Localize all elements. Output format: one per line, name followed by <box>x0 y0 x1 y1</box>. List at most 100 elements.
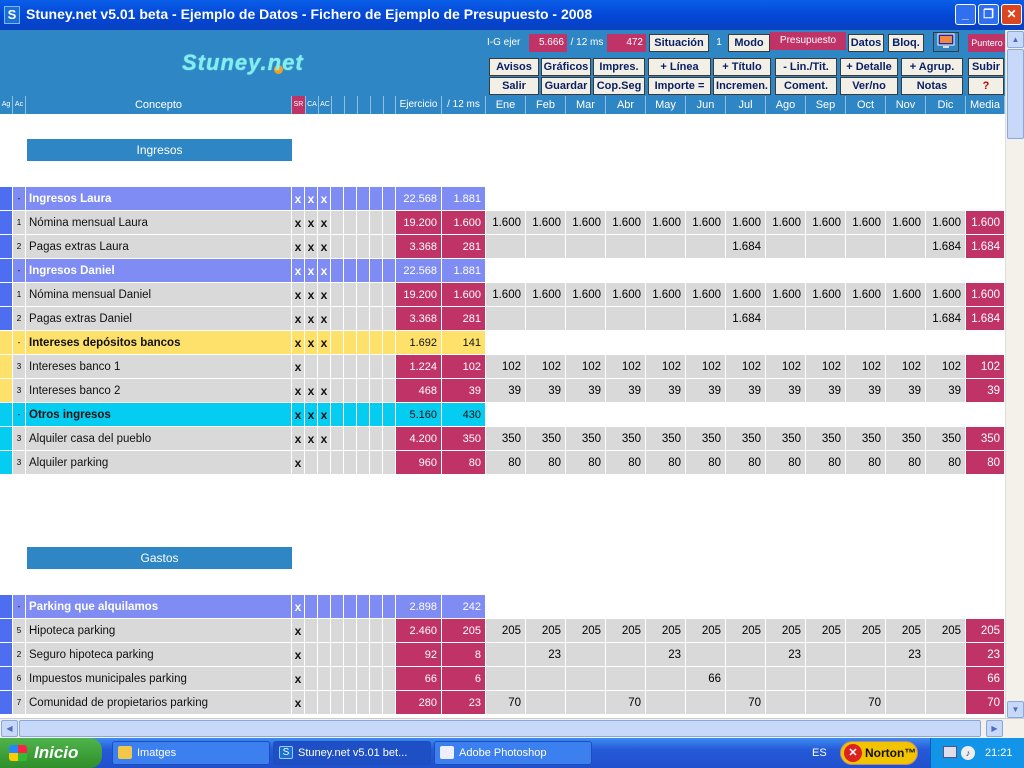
row-doce[interactable]: 1.881 <box>442 259 486 283</box>
col-ac[interactable]: Ac <box>13 96 26 114</box>
situacion-button[interactable]: Situación <box>649 34 709 52</box>
row-month-dic[interactable]: 1.600 <box>926 283 966 307</box>
row-ejercicio[interactable]: 2.460 <box>396 619 442 643</box>
row-flag-1[interactable]: x <box>305 259 318 283</box>
row-month-ene[interactable] <box>486 643 526 667</box>
row-flag-0[interactable]: x <box>292 403 305 427</box>
col-ac2[interactable]: AC <box>319 96 332 114</box>
col-media[interactable]: Media <box>966 96 1005 114</box>
task-stuney[interactable]: S Stuney.net v5.01 bet... <box>273 741 431 765</box>
row-flag-2[interactable] <box>318 691 331 715</box>
row-month-ago[interactable]: 39 <box>766 379 806 403</box>
row-month-nov[interactable]: 1.600 <box>886 211 926 235</box>
row-flag-2[interactable]: x <box>318 235 331 259</box>
row-flag-2[interactable]: x <box>318 211 331 235</box>
row-ag[interactable] <box>0 211 13 235</box>
row-flag-0[interactable]: x <box>292 643 305 667</box>
graficos-button[interactable]: Gráficos <box>541 58 591 76</box>
row-month-ago[interactable]: 102 <box>766 355 806 379</box>
row-flag-1[interactable]: x <box>305 283 318 307</box>
row-ejercicio[interactable]: 468 <box>396 379 442 403</box>
row-month-feb[interactable]: 350 <box>526 427 566 451</box>
row-month-mar[interactable]: 80 <box>566 451 606 475</box>
row-ejercicio[interactable]: 1.224 <box>396 355 442 379</box>
row-month-nov[interactable]: 80 <box>886 451 926 475</box>
row-month-may[interactable]: 39 <box>646 379 686 403</box>
row-media[interactable]: 1.684 <box>966 235 1005 259</box>
row-month-abr[interactable] <box>606 235 646 259</box>
add-detail-button[interactable]: + Detalle <box>840 58 898 76</box>
puntero-button[interactable]: Puntero <box>968 34 1006 52</box>
minimize-button[interactable]: _ <box>955 4 976 25</box>
row-flag-1[interactable]: x <box>305 211 318 235</box>
row-flag-0[interactable]: x <box>292 691 305 715</box>
row-concepto[interactable]: Alquiler casa del pueblo <box>26 427 292 451</box>
row-doce[interactable]: 1.881 <box>442 187 486 211</box>
col-month-may[interactable]: May <box>646 96 686 114</box>
row-ac[interactable]: 2 <box>13 235 26 259</box>
row-ejercicio[interactable]: 5.160 <box>396 403 442 427</box>
row-ejercicio[interactable]: 66 <box>396 667 442 691</box>
table-row[interactable]: 3 Alquiler casa del pueblo x x x 4.200 350 350 3… <box>0 427 1005 451</box>
row-media[interactable]: 1.684 <box>966 307 1005 331</box>
norton-button[interactable]: ✕ Norton™ <box>840 741 918 765</box>
row-month-may[interactable] <box>646 307 686 331</box>
verno-button[interactable]: Ver/no <box>840 77 898 95</box>
add-line-button[interactable]: + Línea <box>648 58 711 76</box>
row-flag-0[interactable]: x <box>292 259 305 283</box>
row-flag-0[interactable]: x <box>292 331 305 355</box>
row-month-ago[interactable]: 23 <box>766 643 806 667</box>
row-month-nov[interactable] <box>886 307 926 331</box>
row-ejercicio[interactable]: 19.200 <box>396 211 442 235</box>
group-row[interactable]: - Ingresos Daniel x x x 22.568 1.881 <box>0 259 1005 283</box>
row-month-oct[interactable] <box>846 667 886 691</box>
row-month-jun[interactable]: 350 <box>686 427 726 451</box>
row-ag[interactable] <box>0 259 13 283</box>
row-doce[interactable]: 242 <box>442 595 486 619</box>
row-month-ene[interactable]: 80 <box>486 451 526 475</box>
row-month-oct[interactable]: 39 <box>846 379 886 403</box>
row-month-oct[interactable]: 1.600 <box>846 211 886 235</box>
row-media[interactable]: 102 <box>966 355 1005 379</box>
row-month-ago[interactable] <box>766 691 806 715</box>
row-month-jul[interactable] <box>726 643 766 667</box>
help-button[interactable]: ? <box>968 77 1004 95</box>
row-flag-0[interactable]: x <box>292 595 305 619</box>
row-month-ene[interactable] <box>486 235 526 259</box>
window-title-bar[interactable]: S Stuney.net v5.01 beta - Ejemplo de Dat… <box>0 0 1024 30</box>
row-month-ene[interactable] <box>486 667 526 691</box>
row-month-nov[interactable] <box>886 235 926 259</box>
row-month-dic[interactable]: 350 <box>926 427 966 451</box>
col-month-jun[interactable]: Jun <box>686 96 726 114</box>
row-flag-0[interactable]: x <box>292 619 305 643</box>
row-month-may[interactable] <box>646 691 686 715</box>
scroll-down-arrow-icon[interactable]: ▼ <box>1007 701 1024 718</box>
col-concepto[interactable]: Concepto <box>26 96 292 114</box>
table-row[interactable]: 2 Pagas extras Laura x x x 3.368 281 1.684 1.684… <box>0 235 1005 259</box>
row-month-ene[interactable] <box>486 307 526 331</box>
row-flag-0[interactable]: x <box>292 427 305 451</box>
col-ag[interactable]: Ag <box>0 96 13 114</box>
row-ac[interactable]: - <box>13 595 26 619</box>
group-row[interactable]: - Parking que alquilamos x 2.898 242 <box>0 595 1005 619</box>
coment-button[interactable]: Coment. <box>775 77 837 95</box>
row-ag[interactable] <box>0 283 13 307</box>
row-concepto[interactable]: Alquiler parking <box>26 451 292 475</box>
row-flag-1[interactable] <box>305 355 318 379</box>
row-media[interactable]: 70 <box>966 691 1005 715</box>
row-flag-2[interactable]: x <box>318 259 331 283</box>
row-month-jul[interactable]: 205 <box>726 619 766 643</box>
row-month-mar[interactable]: 39 <box>566 379 606 403</box>
vertical-scroll-thumb[interactable] <box>1007 49 1024 139</box>
row-month-dic[interactable]: 1.684 <box>926 307 966 331</box>
row-ac[interactable]: 2 <box>13 643 26 667</box>
row-ejercicio[interactable]: 92 <box>396 643 442 667</box>
row-media[interactable]: 23 <box>966 643 1005 667</box>
monitor-icon[interactable] <box>933 32 959 52</box>
row-month-may[interactable] <box>646 667 686 691</box>
row-ac[interactable]: 3 <box>13 355 26 379</box>
row-month-ene[interactable]: 102 <box>486 355 526 379</box>
row-month-dic[interactable]: 1.600 <box>926 211 966 235</box>
row-month-feb[interactable]: 23 <box>526 643 566 667</box>
network-icon[interactable] <box>943 746 957 758</box>
